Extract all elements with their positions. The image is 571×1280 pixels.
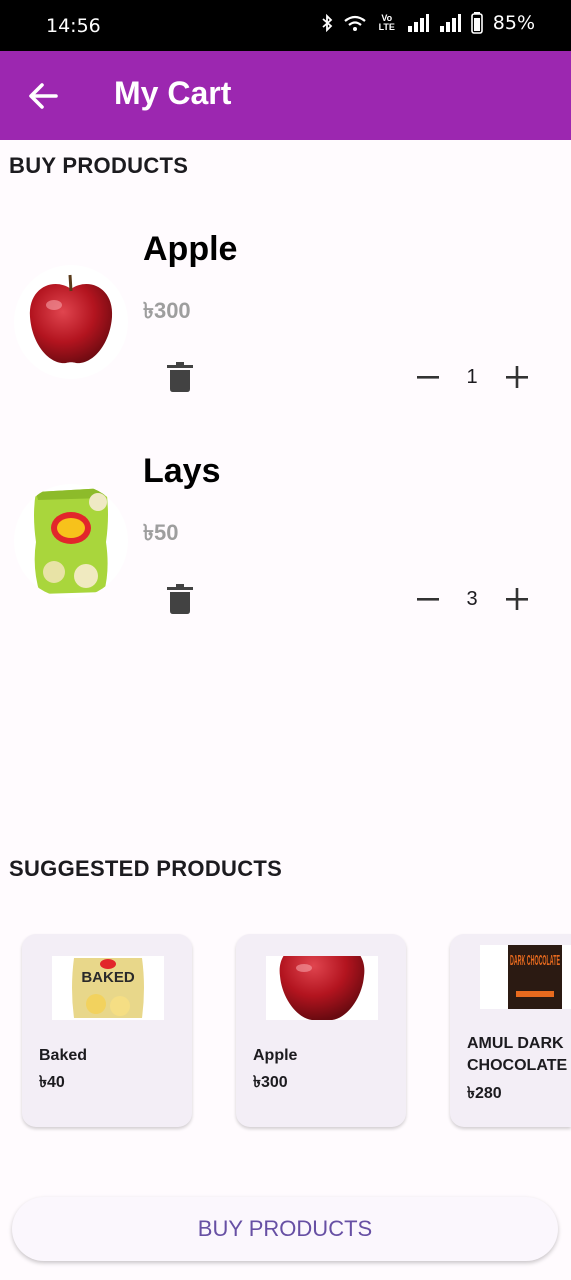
delete-icon[interactable] bbox=[167, 362, 193, 392]
chocolate-image-text: DARK CHOCOLATE bbox=[510, 952, 560, 969]
apple-image bbox=[29, 274, 113, 364]
cart-item-name: Lays bbox=[143, 452, 221, 490]
suggested-price: ৳40 bbox=[39, 1074, 65, 1091]
buy-products-button[interactable]: BUY PRODUCTS bbox=[12, 1197, 558, 1261]
back-arrow-icon[interactable] bbox=[26, 79, 60, 113]
wifi-icon bbox=[344, 15, 366, 31]
delete-icon[interactable] bbox=[167, 584, 193, 614]
apple-image bbox=[266, 956, 378, 1020]
page-title: My Cart bbox=[114, 75, 232, 111]
cart-item-apple: Apple ৳300 1 bbox=[0, 210, 571, 420]
baked-image: BAKED bbox=[52, 956, 164, 1020]
suggested-price: ৳300 bbox=[253, 1074, 288, 1091]
suggested-name: Apple bbox=[253, 1047, 298, 1064]
chocolate-image: DARK CHOCOLATE bbox=[480, 945, 571, 1009]
cart-item-price: ৳300 bbox=[143, 298, 191, 323]
suggested-card-apple[interactable]: Apple ৳300 bbox=[236, 934, 406, 1127]
status-icons: Vo LTE 85% bbox=[321, 12, 535, 34]
app-bar: My Cart bbox=[0, 51, 571, 140]
bluetooth-icon bbox=[322, 14, 333, 32]
status-time: 14:56 bbox=[46, 15, 101, 37]
volte-icon: Vo LTE bbox=[378, 13, 395, 32]
decrease-quantity-button[interactable] bbox=[415, 364, 441, 390]
quantity-value: 3 bbox=[466, 588, 478, 610]
baked-image-text: BAKED bbox=[81, 969, 135, 986]
increase-quantity-button[interactable] bbox=[504, 364, 530, 390]
lays-image bbox=[34, 488, 108, 594]
suggested-card-amul-dark-chocolate[interactable]: DARK CHOCOLATE AMUL DARK CHOCOLATE ৳280 bbox=[450, 934, 571, 1127]
battery-icon bbox=[470, 12, 483, 34]
suggested-name: Baked bbox=[39, 1047, 88, 1064]
battery-percent: 85% bbox=[492, 12, 535, 34]
signal-icon bbox=[407, 14, 429, 32]
decrease-quantity-button[interactable] bbox=[415, 586, 441, 612]
suggested-card-baked[interactable]: BAKED Baked ৳40 bbox=[22, 934, 192, 1127]
buy-products-heading: BUY PRODUCTS bbox=[9, 153, 189, 178]
quantity-value: 1 bbox=[466, 366, 478, 388]
cart-item-name: Apple bbox=[143, 230, 238, 268]
cart-item-lays: Lays ৳50 3 bbox=[0, 432, 571, 642]
suggested-products-heading: SUGGESTED PRODUCTS bbox=[9, 856, 283, 881]
status-bar: 14:56 Vo LTE 85% bbox=[0, 0, 571, 51]
lays-thumbnail bbox=[14, 484, 128, 598]
signal-icon-2 bbox=[439, 14, 461, 32]
cart-item-price: ৳50 bbox=[143, 520, 179, 545]
suggested-price: ৳280 bbox=[467, 1085, 502, 1102]
apple-thumbnail bbox=[14, 265, 128, 379]
suggested-name: AMUL DARK CHOCOLATE bbox=[467, 1035, 568, 1074]
increase-quantity-button[interactable] bbox=[504, 586, 530, 612]
